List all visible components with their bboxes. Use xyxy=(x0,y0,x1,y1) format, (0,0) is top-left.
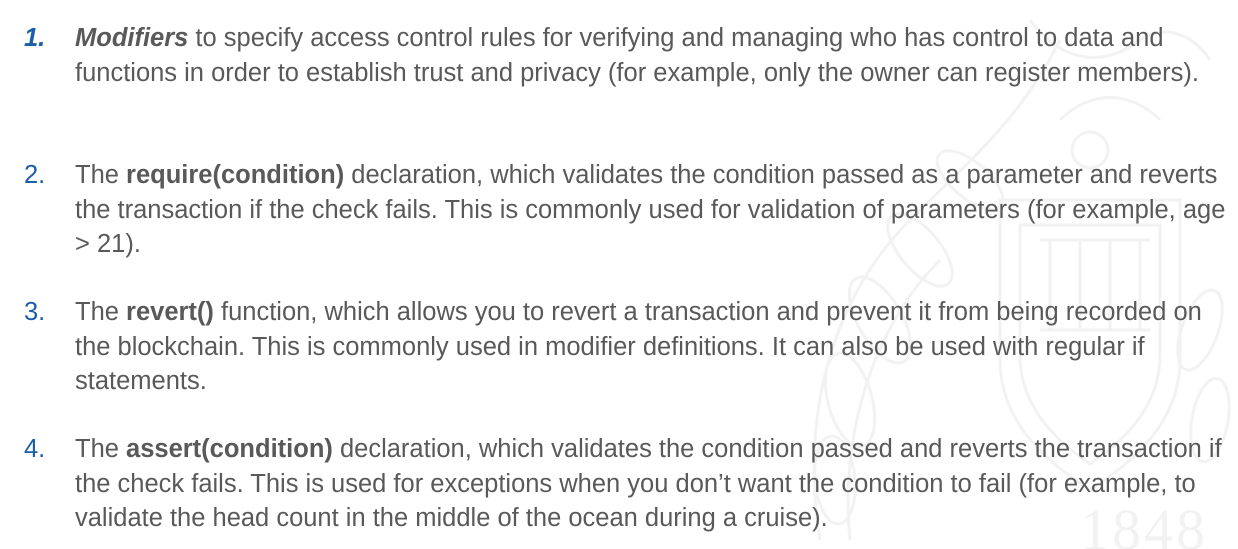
list-item-number: 4. xyxy=(24,435,46,463)
list-item-keyword: assert(condition) xyxy=(126,435,333,463)
list-item-text: The require(condition) declaration, whic… xyxy=(75,158,1234,262)
list-item-number: 2. xyxy=(24,161,46,189)
list-item-body: function, which allows you to revert a t… xyxy=(75,298,1202,395)
list-item-number: 1. xyxy=(24,24,46,52)
list-item-body: to specify access control rules for veri… xyxy=(75,24,1199,87)
numbered-list: 1. Modifiers to specify access control r… xyxy=(0,0,1238,549)
list-item-lead-term: Modifiers xyxy=(75,24,189,52)
list-item: 4. The assert(condition) declaration, wh… xyxy=(24,432,1234,536)
list-item-prefix: The xyxy=(75,435,127,463)
list-item-prefix: The xyxy=(75,161,127,189)
list-item-prefix: The xyxy=(75,298,127,326)
list-item-text: The revert() function, which allows you … xyxy=(75,295,1234,399)
list-item-keyword: revert() xyxy=(126,298,214,326)
list-item: 2. The require(condition) declaration, w… xyxy=(24,158,1234,262)
list-item-number: 3. xyxy=(24,298,46,326)
list-item: 3. The revert() function, which allows y… xyxy=(24,295,1234,399)
list-item: 1. Modifiers to specify access control r… xyxy=(24,21,1234,90)
list-item-keyword: require(condition) xyxy=(126,161,345,189)
list-item-text: The assert(condition) declaration, which… xyxy=(75,432,1234,536)
list-item-text: Modifiers to specify access control rule… xyxy=(75,21,1234,90)
